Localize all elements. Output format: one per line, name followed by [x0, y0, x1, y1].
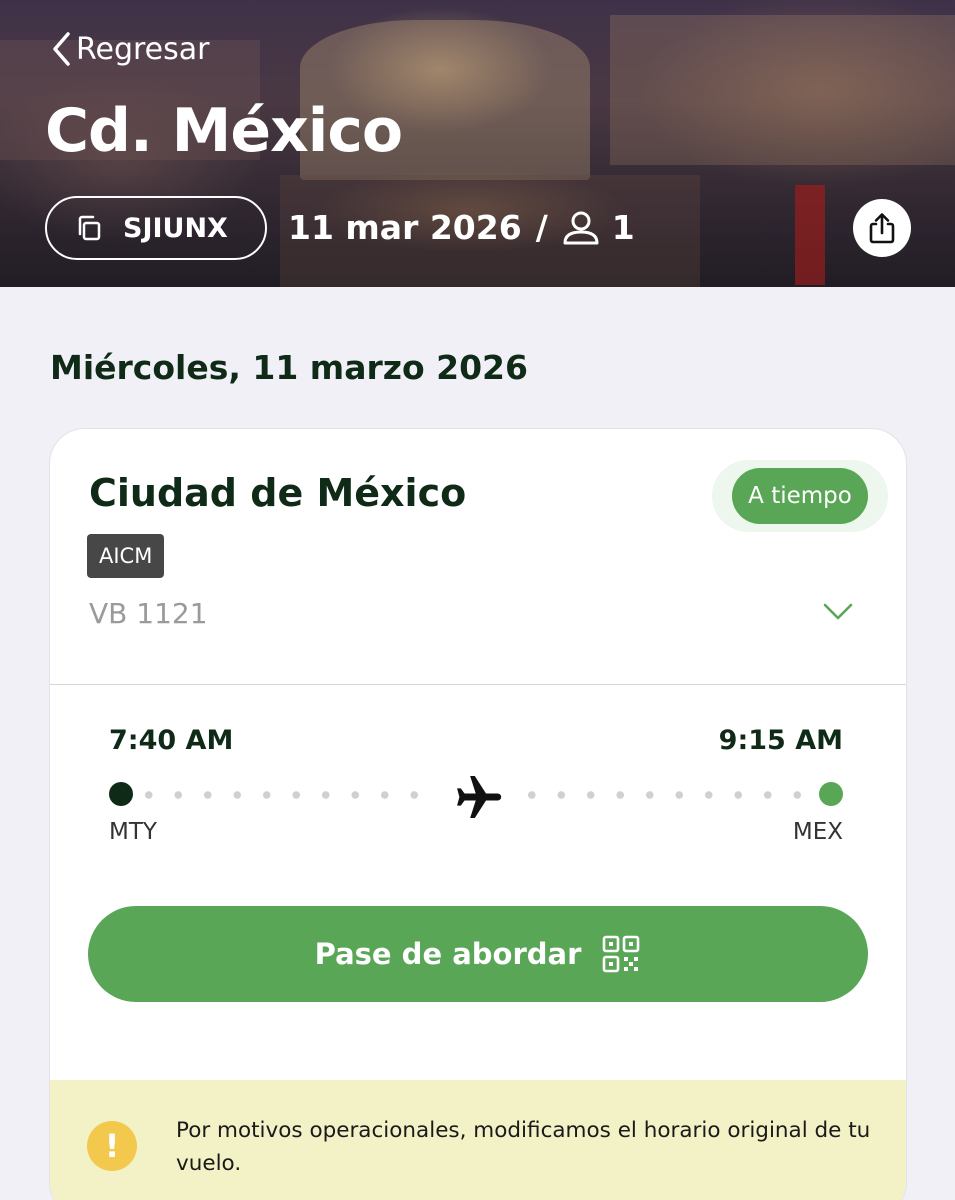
exclamation-icon: !: [87, 1121, 137, 1171]
card-divider: [50, 684, 906, 685]
boarding-pass-button[interactable]: Pase de abordar: [88, 906, 868, 1002]
trip-date: 11 mar 2026: [288, 208, 522, 247]
airport-tag: AICM: [87, 534, 165, 578]
page-title: Cd. México: [45, 96, 403, 166]
passenger-count: 1: [611, 208, 635, 247]
day-heading: Miércoles, 11 marzo 2026: [50, 348, 528, 387]
destination-dot: [819, 782, 843, 806]
destination-code: MEX: [792, 819, 843, 845]
trip-meta: 11 mar 2026 / 1: [288, 208, 635, 247]
chevron-down-icon[interactable]: [822, 600, 854, 622]
reservation-code: SJIUNX: [123, 212, 228, 244]
meta-separator: /: [535, 208, 548, 247]
destination-name: Ciudad de México: [89, 471, 467, 515]
arrival-time: 9:15 AM: [718, 725, 843, 756]
route-dots-left: [134, 791, 434, 799]
qr-code-icon: [603, 935, 640, 973]
reservation-code-button[interactable]: SJIUNX: [45, 196, 267, 260]
origin-code: MTY: [109, 819, 157, 845]
back-button[interactable]: Regresar: [50, 30, 209, 68]
departure-time: 7:40 AM: [109, 725, 234, 756]
hero-banner: Regresar Cd. México SJIUNX 11 mar 2026 /…: [0, 0, 955, 287]
flight-card: Ciudad de México A tiempo AICM VB 1121 7…: [49, 428, 907, 1200]
back-label: Regresar: [76, 31, 210, 67]
copy-icon: [78, 215, 101, 241]
schedule-notice: ! Por motivos operacionales, modificamos…: [50, 1080, 906, 1200]
status-badge: A tiempo: [732, 468, 868, 524]
chevron-left-icon: [53, 32, 70, 66]
share-icon: [869, 213, 895, 244]
route-dots-right: [517, 791, 817, 799]
origin-dot: [109, 782, 133, 806]
flight-number: VB 1121: [89, 597, 208, 630]
boarding-pass-label: Pase de abordar: [314, 937, 582, 971]
notice-icon-glyph: !: [104, 1127, 120, 1165]
airplane-icon: [457, 776, 502, 818]
status-badge-wrap: A tiempo: [712, 460, 888, 532]
share-button[interactable]: [853, 199, 911, 257]
notice-text: Por motivos operacionales, modificamos e…: [176, 1118, 871, 1176]
person-icon: [563, 211, 599, 244]
